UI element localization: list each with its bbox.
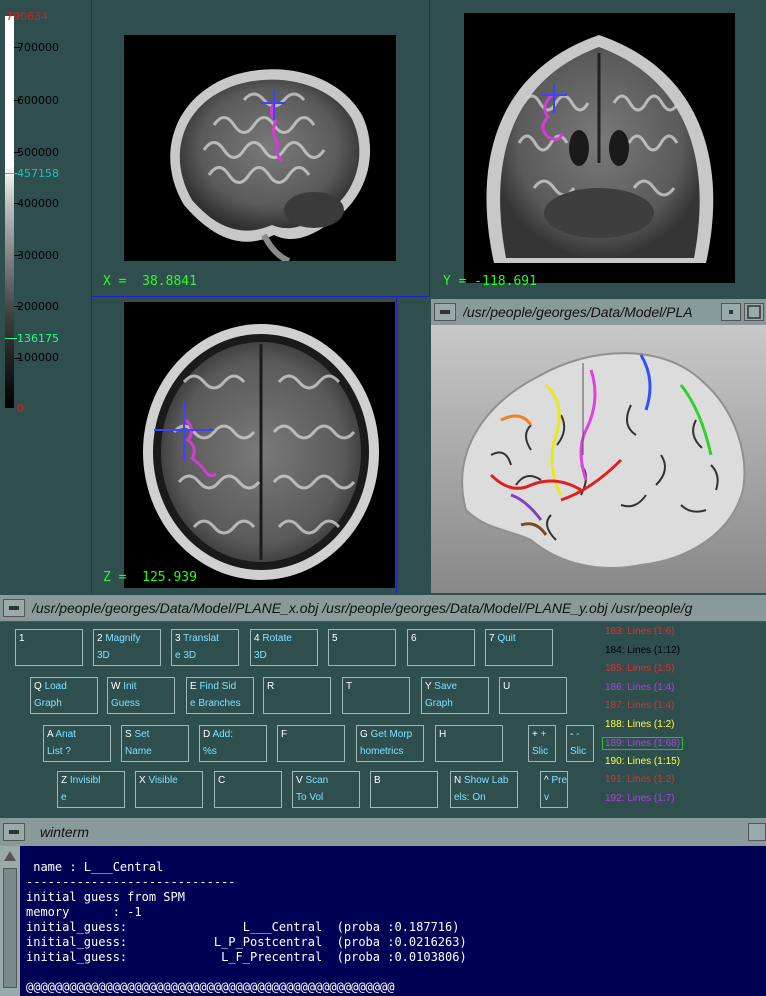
terminal-line: name : L___Central xyxy=(26,860,164,874)
lines-list: 183: Lines (1:6) 184: Lines (1:12) 185: Li… xyxy=(0,621,766,817)
colorbar-label: 300000 xyxy=(17,249,59,262)
terminal-line: initial_guess: L___Central (proba :0.187… xyxy=(26,920,460,934)
coronal-viewer[interactable]: Y = -118.691 xyxy=(430,0,766,296)
terminal-line: initial guess from SPM xyxy=(26,890,185,904)
sagittal-slice-image[interactable] xyxy=(124,35,396,261)
render-window-title: /usr/people/georges/Data/Model/PLA xyxy=(463,304,693,320)
render-3d-window: /usr/people/georges/Data/Model/PLA xyxy=(431,299,766,593)
control-window-title: /usr/people/georges/Data/Model/PLANE_x.o… xyxy=(32,600,693,616)
winterm-scrollbar[interactable] xyxy=(0,846,20,996)
terminal-line: @@@@@@@@@@@@@@@@@@@@@@@@@@@@@@@@@@@@@@@@… xyxy=(26,980,395,994)
winterm-titlebar[interactable]: winterm xyxy=(0,818,766,846)
maximize-button[interactable] xyxy=(744,303,764,321)
colorbar-max-label: 790634 xyxy=(6,10,48,23)
lines-list-item[interactable]: 190: Lines (1:15) xyxy=(605,756,680,767)
colorbar-panel: 790634 700000 600000 500000 457158 40000… xyxy=(0,0,92,593)
control-window: /usr/people/georges/Data/Model/PLANE_x.o… xyxy=(0,595,766,817)
lines-list-item[interactable]: 191: Lines (1:2) xyxy=(605,774,675,785)
coronal-slice-image[interactable] xyxy=(464,13,735,283)
intensity-colorbar[interactable] xyxy=(5,16,14,408)
lines-list-item[interactable]: 185: Lines (1:5) xyxy=(605,663,675,674)
colorbar-label: 400000 xyxy=(17,197,59,210)
colorbar-window-high-marker[interactable] xyxy=(5,173,17,174)
window-menu-button[interactable] xyxy=(3,823,25,841)
winterm-title: winterm xyxy=(40,824,90,840)
render-window-titlebar[interactable]: /usr/people/georges/Data/Model/PLA xyxy=(431,299,766,326)
colorbar-label: 600000 xyxy=(17,94,59,107)
lines-list-item[interactable]: 187: Lines (1:4) xyxy=(605,700,675,711)
minimize-button[interactable] xyxy=(721,303,741,321)
lines-list-item[interactable]: 183: Lines (1:6) xyxy=(605,626,675,637)
winterm-terminal[interactable]: name : L___Central ----------------------… xyxy=(20,846,766,996)
axial-coord-readout: Z = 125.939 xyxy=(103,570,197,585)
coronal-coord-readout: Y = -118.691 xyxy=(443,274,537,289)
control-window-titlebar[interactable]: /usr/people/georges/Data/Model/PLANE_x.o… xyxy=(0,595,766,622)
window-menu-button[interactable] xyxy=(3,599,25,617)
terminal-line: initial_guess: L_P_Postcentral (proba :0… xyxy=(26,935,467,949)
lines-list-item[interactable]: 186: Lines (1:4) xyxy=(605,682,675,693)
maximize-button[interactable] xyxy=(748,823,766,841)
axial-slice-image[interactable] xyxy=(124,302,395,588)
scroll-up-arrow-icon[interactable] xyxy=(3,849,17,863)
cortex-3d-view[interactable] xyxy=(431,325,766,593)
lines-list-item[interactable]: 188: Lines (1:2) xyxy=(605,719,675,730)
axial-viewer[interactable]: Z = 125.939 xyxy=(92,297,396,593)
terminal-line: ----------------------------- xyxy=(26,875,236,889)
terminal-line: memory : -1 xyxy=(26,905,142,919)
colorbar-min-label: 0 xyxy=(17,402,24,415)
colorbar-window-high-label: 457158 xyxy=(17,167,59,180)
colorbar-label: 500000 xyxy=(17,146,59,159)
viewer-divider xyxy=(396,296,397,593)
sagittal-viewer[interactable]: X = 38.8841 xyxy=(92,0,429,296)
lines-list-item[interactable]: 192: Lines (1:7) xyxy=(605,793,675,804)
terminal-output: name : L___Central ----------------------… xyxy=(26,860,467,995)
colorbar-window-low-marker[interactable] xyxy=(5,338,17,339)
colorbar-label: 700000 xyxy=(17,41,59,54)
colorbar-label: 200000 xyxy=(17,300,59,313)
colorbar-window-low-label: 136175 xyxy=(17,332,59,345)
window-menu-button[interactable] xyxy=(434,303,456,321)
lines-list-item[interactable]: 189: Lines (1:68) xyxy=(602,737,684,750)
terminal-line: initial_guess: L_F_Precentral (proba :0.… xyxy=(26,950,467,964)
sagittal-coord-readout: X = 38.8841 xyxy=(103,274,197,289)
colorbar-label: 100000 xyxy=(17,351,59,364)
scroll-thumb[interactable] xyxy=(3,868,17,988)
lines-list-item[interactable]: 184: Lines (1:12) xyxy=(605,645,680,656)
